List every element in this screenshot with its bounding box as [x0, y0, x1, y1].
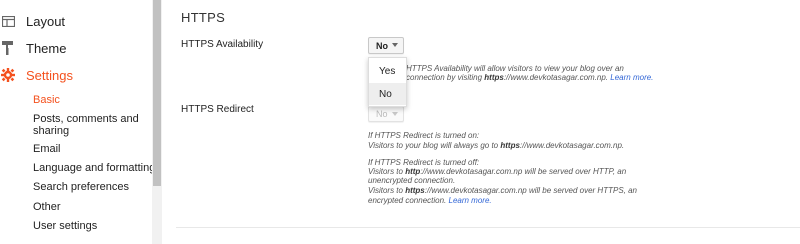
option-yes[interactable]: Yes: [369, 60, 406, 82]
availability-dropdown-menu: Yes No: [368, 57, 407, 107]
sub-item-user-settings[interactable]: User settings: [33, 220, 97, 232]
redirect-on-text: Visitors to your blog will always go to …: [368, 141, 625, 150]
redirect-on-title: If HTTPS Redirect is turned on:: [368, 131, 480, 140]
https-availability-value: No: [376, 40, 388, 51]
redirect-off-line4: encrypted connection. Learn more.: [368, 196, 492, 205]
sub-item-search-preferences[interactable]: Search preferences: [33, 181, 129, 193]
https-availability-label: HTTPS Availability: [181, 39, 264, 50]
layout-icon: [0, 13, 16, 29]
section-divider: [176, 227, 800, 228]
nav-label-theme: Theme: [26, 40, 67, 56]
paint-roller-icon: [0, 40, 16, 56]
sub-item-language[interactable]: Language and formatting: [33, 162, 155, 174]
nav-label-layout: Layout: [26, 13, 66, 29]
nav-label-settings: Settings: [26, 67, 73, 83]
availability-learn-more-link[interactable]: Learn more.: [610, 73, 653, 82]
section-title: HTTPS: [181, 10, 226, 25]
https-redirect-select: No: [368, 106, 404, 122]
option-no[interactable]: No: [369, 83, 406, 105]
redirect-off-line3: Visitors to https://www.devkotasagar.com…: [368, 186, 637, 195]
sub-item-email[interactable]: Email: [33, 143, 61, 155]
sub-item-posts[interactable]: Posts, comments and sharing: [33, 113, 149, 137]
chevron-down-icon: [392, 43, 398, 47]
gear-icon: [0, 67, 16, 83]
https-availability-select[interactable]: No: [368, 37, 404, 54]
chevron-down-icon: [392, 112, 398, 116]
https-redirect-value: No: [376, 109, 388, 119]
redirect-off-line2: unencrypted connection.: [368, 176, 456, 185]
https-redirect-label: HTTPS Redirect: [181, 104, 254, 115]
sidebar: Layout Theme Settings Basic Posts, comme…: [0, 0, 162, 244]
sub-item-other[interactable]: Other: [33, 201, 61, 213]
sub-item-basic[interactable]: Basic: [33, 94, 60, 106]
availability-help-line2: connection by visiting https://www.devko…: [406, 73, 654, 82]
main-content: HTTPS HTTPS Availability No HTTPS Availa…: [162, 0, 800, 244]
redirect-learn-more-link[interactable]: Learn more.: [449, 196, 492, 205]
sidebar-scrollbar-thumb[interactable]: [153, 0, 161, 186]
